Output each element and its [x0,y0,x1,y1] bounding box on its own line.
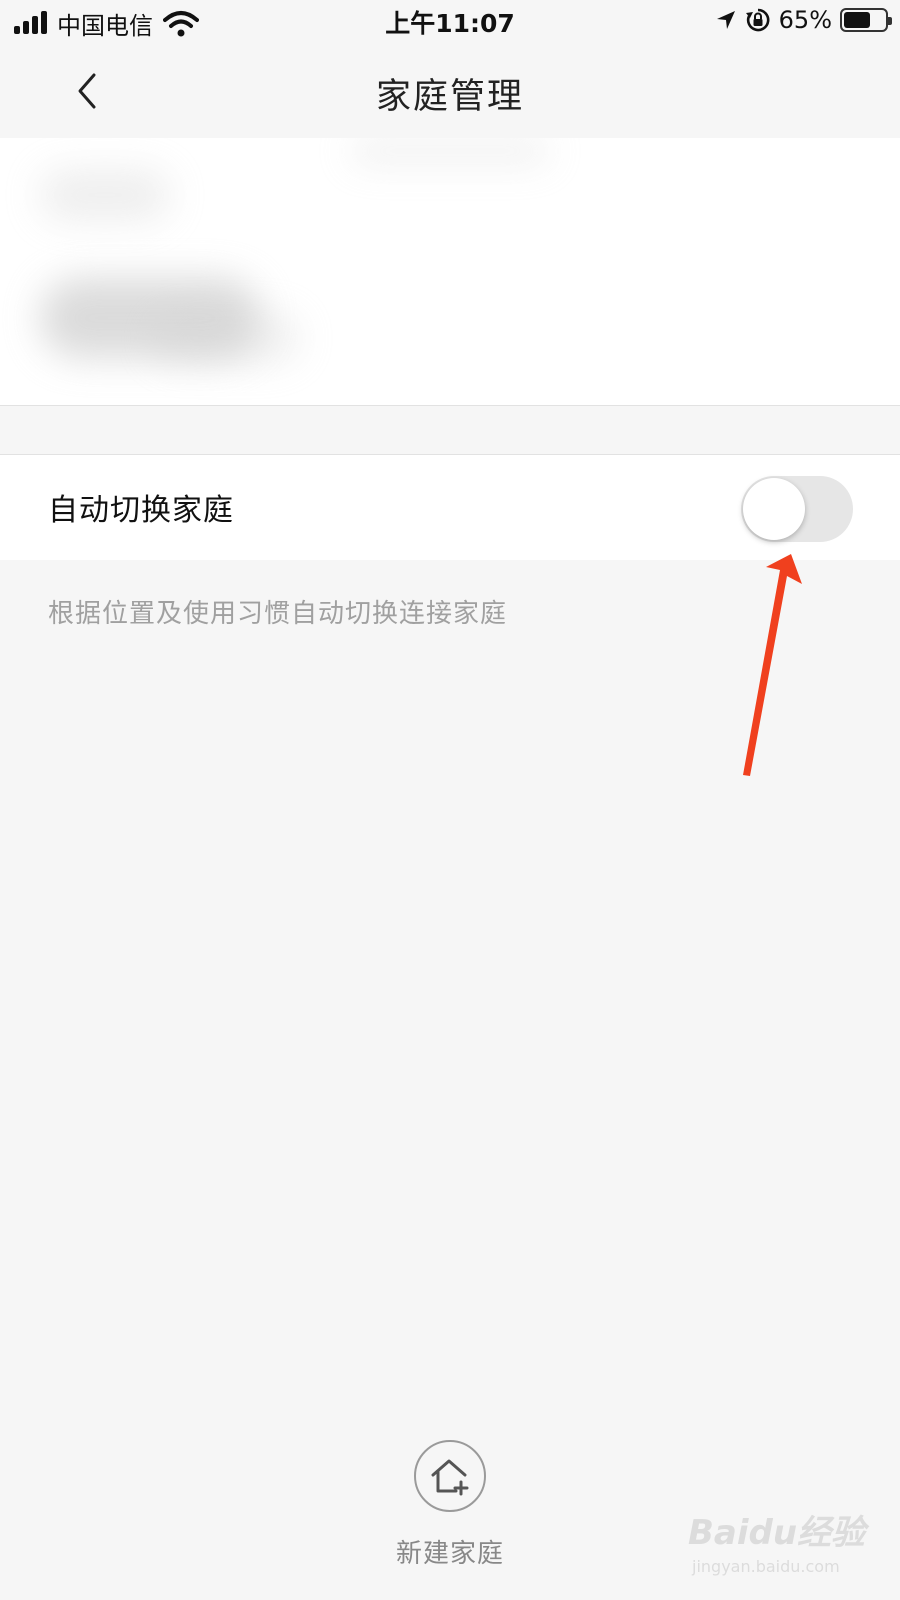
new-family-button[interactable] [414,1440,486,1512]
blurred-text [150,313,300,363]
blurred-text [40,170,170,220]
family-management-screen: 中国电信 上午11:07 65% 家庭管理 自动切换家庭 根据位置及使用习惯自动… [0,0,900,1600]
rotation-lock-icon [745,8,770,32]
navigation-bar: 家庭管理 [0,46,900,138]
auto-switch-description: 根据位置及使用习惯自动切换连接家庭 [48,599,508,629]
auto-switch-row: 自动切换家庭 [0,454,900,560]
auto-switch-label: 自动切换家庭 [48,493,234,528]
location-icon [716,11,735,29]
toggle-knob [743,478,805,540]
status-right: 65% [715,6,892,34]
status-bar: 中国电信 上午11:07 65% [0,0,900,46]
battery-fill [844,12,870,28]
family-card-blurred[interactable] [0,138,900,406]
blurred-text [350,138,550,164]
watermark-url: jingyan.baidu.com [692,1557,840,1576]
page-title: 家庭管理 [375,77,524,117]
watermark-brand: Baidu经验 [688,1513,866,1553]
battery-icon [840,8,892,32]
battery-cap [888,17,892,25]
home-add-icon [431,1459,469,1496]
auto-switch-toggle[interactable] [741,476,853,542]
baidu-watermark: Baidu经验 jingyan.baidu.com [688,1505,888,1585]
battery-percent: 65% [778,6,832,34]
